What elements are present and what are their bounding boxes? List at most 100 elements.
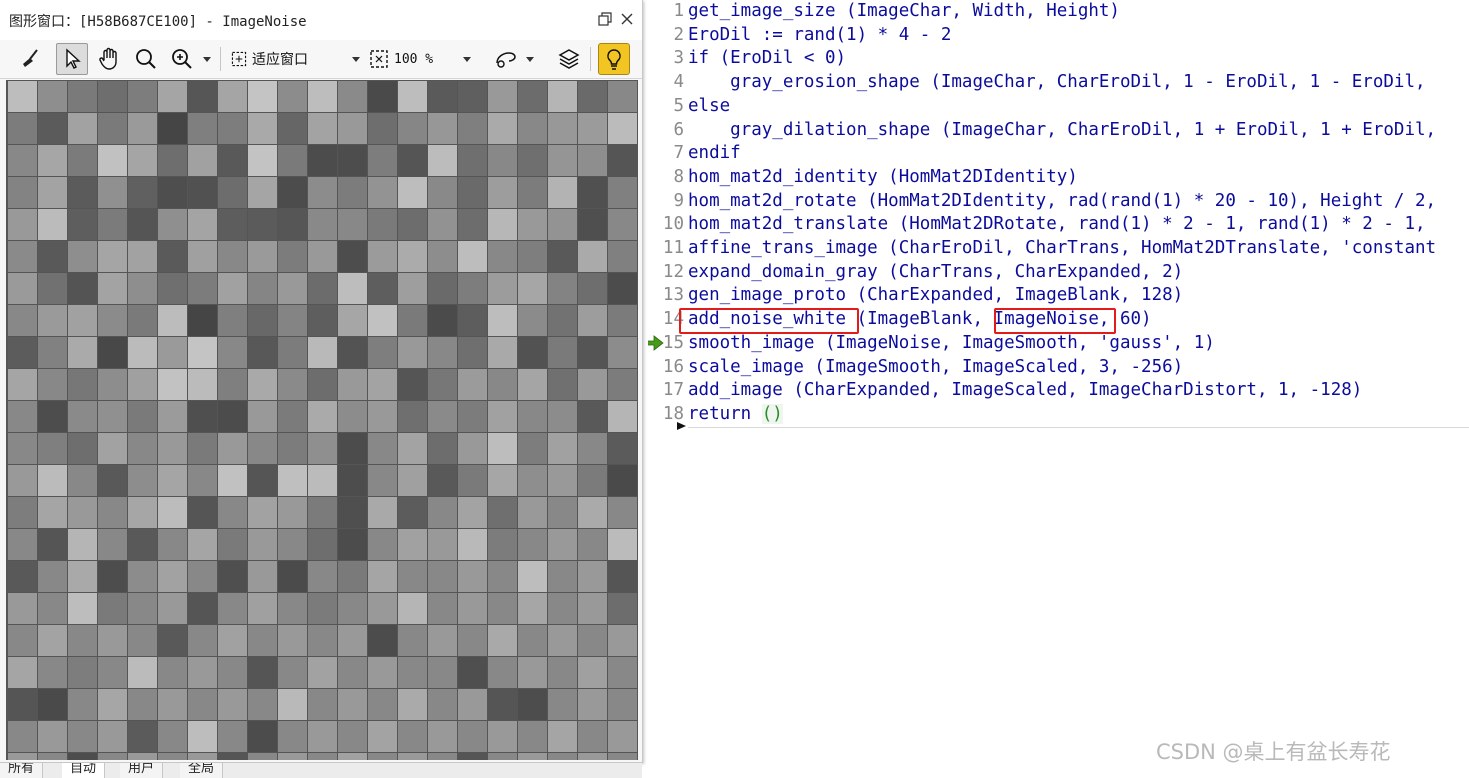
noise-pixel — [188, 401, 217, 432]
noise-pixel — [218, 689, 247, 720]
noise-pixel — [398, 177, 427, 208]
noise-pixel — [368, 145, 397, 176]
noise-pixel — [308, 689, 337, 720]
noise-pixel — [68, 689, 97, 720]
noise-pixel — [368, 273, 397, 304]
noise-pixel — [8, 241, 37, 272]
noise-pixel — [548, 241, 577, 272]
noise-pixel — [128, 689, 157, 720]
line-number: 7 — [673, 143, 684, 164]
noise-pixel — [128, 625, 157, 656]
noise-pixel — [188, 433, 217, 464]
noise-pixel — [458, 401, 487, 432]
noise-pixel — [38, 145, 67, 176]
noise-pixel — [488, 209, 517, 240]
noise-pixel — [488, 113, 517, 144]
noise-pixel — [98, 561, 127, 592]
noise-pixel — [218, 433, 247, 464]
noise-pixel — [158, 81, 187, 112]
noise-pixel — [218, 753, 247, 760]
noise-pixel — [368, 81, 397, 112]
layers-icon[interactable] — [553, 43, 585, 75]
noise-pixel — [158, 465, 187, 496]
noise-pixel — [338, 209, 367, 240]
noise-pixel — [368, 337, 397, 368]
lightbulb-icon[interactable] — [598, 43, 630, 75]
draw-region-icon[interactable] — [490, 43, 522, 75]
noise-pixel — [548, 625, 577, 656]
noise-pixel — [518, 497, 547, 528]
noise-pixel — [398, 465, 427, 496]
noise-pixel — [578, 145, 607, 176]
noise-pixel — [158, 721, 187, 752]
noise-pixel — [68, 625, 97, 656]
noise-pixel — [278, 177, 307, 208]
noise-pixel — [578, 657, 607, 688]
noise-pixel — [218, 497, 247, 528]
noise-pixel — [158, 177, 187, 208]
noise-pixel — [8, 657, 37, 688]
search-icon[interactable] — [130, 43, 162, 75]
broom-icon[interactable] — [14, 43, 46, 75]
close-icon[interactable] — [618, 10, 636, 28]
noise-pixel — [308, 657, 337, 688]
tab-global[interactable]: 全局 — [180, 763, 224, 778]
noise-pixel — [188, 177, 217, 208]
noise-pixel — [548, 177, 577, 208]
hand-icon[interactable] — [94, 43, 126, 75]
noise-pixel — [518, 689, 547, 720]
noise-pixel — [218, 209, 247, 240]
noise-pixel — [278, 241, 307, 272]
noise-pixel — [578, 401, 607, 432]
noise-pixel — [428, 561, 457, 592]
line-number: 11 — [662, 238, 684, 258]
noise-pixel — [398, 753, 427, 760]
noise-pixel — [458, 593, 487, 624]
noise-pixel — [98, 593, 127, 624]
noise-pixel — [368, 593, 397, 624]
image-canvas[interactable] — [6, 80, 638, 760]
noise-pixel — [308, 561, 337, 592]
noise-pixel — [8, 625, 37, 656]
noise-pixel — [278, 209, 307, 240]
zoom-select[interactable]: 100 % — [368, 43, 478, 75]
noise-pixel — [278, 369, 307, 400]
zoom-in-icon[interactable] — [166, 43, 198, 75]
noise-pixel — [218, 177, 247, 208]
tab-all[interactable]: 所有 — [0, 763, 44, 778]
noise-pixel — [128, 753, 157, 760]
noise-pixel — [398, 369, 427, 400]
noise-pixel — [368, 561, 397, 592]
fit-window-select[interactable]: 适应窗口 — [230, 43, 360, 75]
zoom-dropdown-arrow-icon[interactable] — [203, 57, 211, 62]
tab-auto[interactable]: 自动 — [62, 763, 106, 778]
restore-icon[interactable] — [596, 10, 614, 28]
noise-pixel — [488, 145, 517, 176]
noise-pixel — [518, 529, 547, 560]
noise-pixel — [458, 145, 487, 176]
draw-dropdown-arrow-icon[interactable] — [526, 57, 534, 62]
noise-pixel — [338, 689, 367, 720]
graphics-window-titlebar[interactable]: 图形窗口：[H58B687CE100] - ImageNoise — [0, 0, 642, 41]
noise-pixel — [38, 433, 67, 464]
pointer-icon[interactable] — [56, 43, 88, 75]
tab-user[interactable]: 用户 — [120, 763, 164, 778]
noise-pixel — [98, 145, 127, 176]
program-editor[interactable]: 1 get_image_size (ImageChar, Width, Heigh… — [648, 0, 1469, 777]
noise-pixel — [128, 465, 157, 496]
noise-pixel — [98, 305, 127, 336]
zoom-100-icon — [370, 50, 388, 68]
noise-pixel — [248, 241, 277, 272]
noise-pixel — [98, 657, 127, 688]
noise-pixel — [578, 305, 607, 336]
noise-pixel — [308, 433, 337, 464]
noise-pixel — [428, 305, 457, 336]
noise-pixel — [8, 209, 37, 240]
noise-pixel — [428, 209, 457, 240]
noise-pixel — [578, 497, 607, 528]
noise-pixel — [188, 145, 217, 176]
noise-pixel — [368, 369, 397, 400]
noise-pixel — [548, 273, 577, 304]
noise-pixel — [368, 177, 397, 208]
noise-pixel — [398, 113, 427, 144]
